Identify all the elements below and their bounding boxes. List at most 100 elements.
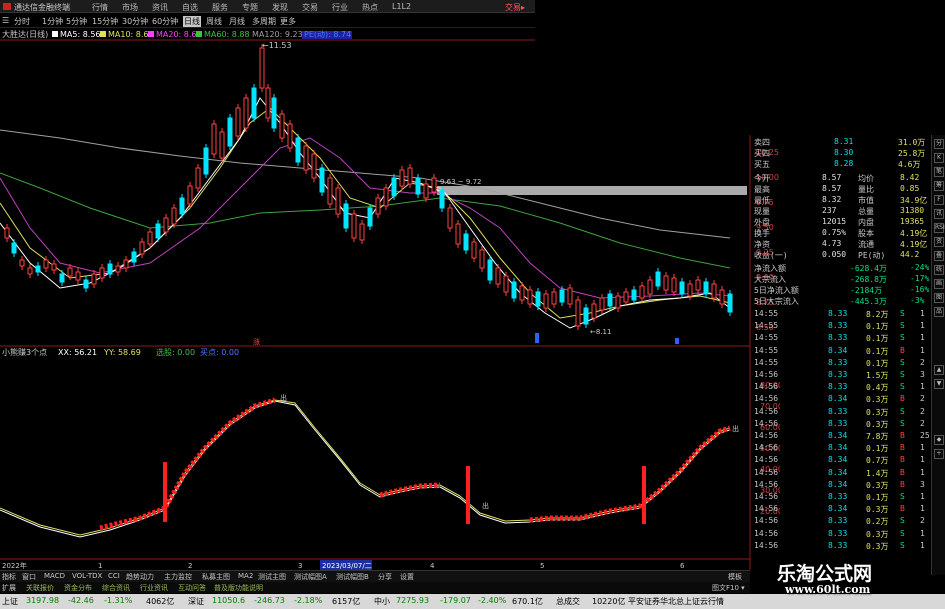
money-flow-row: 净流入额 -628.4万 -24% <box>750 263 931 274</box>
trade-menu[interactable]: 交易▸ <box>505 2 525 13</box>
tab-cci[interactable]: CCI <box>108 572 120 580</box>
period-1min[interactable]: 1分钟 <box>42 16 63 27</box>
stat-value: 237 <box>822 206 837 215</box>
tab-private-main[interactable]: 私募主图 <box>202 572 230 582</box>
tool-icon-die[interactable]: 叠 <box>934 251 944 261</box>
tab-template[interactable]: 模板 <box>728 572 742 582</box>
tool-icon-zi[interactable]: 资 <box>934 237 944 247</box>
tick-price: 8.34 <box>828 504 848 514</box>
candle-body <box>439 189 445 209</box>
candle-body <box>431 177 437 193</box>
tool-icon-pin[interactable]: 品 <box>934 307 944 317</box>
indicator-tab-bar: 指标 窗口 MACD VOL-TDX CCI 趋势动力 主力监控 私募主图 MA… <box>0 570 750 582</box>
ma20-label: MA20: 8.64 <box>156 30 202 39</box>
tool-icon-rsi[interactable]: RSI <box>934 223 945 233</box>
tick-volume: 0.4万 <box>866 383 889 393</box>
menu-item-l1l2[interactable]: L1L2 <box>392 2 411 11</box>
menu-item-jiaoyi[interactable]: 交易 <box>302 2 318 13</box>
tab-macd[interactable]: MACD <box>44 572 65 580</box>
period-fenshi[interactable]: 分时 <box>14 16 30 27</box>
tab-vol-tdx[interactable]: VOL-TDX <box>72 572 102 580</box>
menu-item-fuwu[interactable]: 服务 <box>212 2 228 13</box>
tab-zhibiao[interactable]: 指标 <box>2 572 16 582</box>
period-multi[interactable]: 多周期 <box>252 16 276 27</box>
period-more[interactable]: 更多 <box>280 16 296 27</box>
menu-item-hangqing[interactable]: 行情 <box>92 2 108 13</box>
period-30min[interactable]: 30分钟 <box>122 16 148 27</box>
period-60min[interactable]: 60分钟 <box>152 16 178 27</box>
stat-label: 净资 <box>754 240 770 249</box>
period-15min[interactable]: 15分钟 <box>92 16 118 27</box>
tab-share[interactable]: 分享 <box>378 572 392 582</box>
tab-trend[interactable]: 趋势动力 <box>126 572 154 582</box>
candle-body <box>4 227 10 239</box>
settings-icon[interactable]: ☰ <box>2 16 9 25</box>
tool-expand[interactable]: 扩展 <box>2 583 16 593</box>
tab-test-sub-a[interactable]: 测试幅图A <box>294 572 327 582</box>
stock-title: 大胜达(日线) <box>2 29 48 39</box>
tool-icon-f[interactable]: F <box>934 195 944 205</box>
tool-qa[interactable]: 互动问答 <box>178 583 206 593</box>
tool-icon-bi[interactable]: 笔 <box>934 167 944 177</box>
scroll-up-icon[interactable]: ▲ <box>934 365 944 375</box>
tool-help[interactable]: 普及版功能说明 <box>214 583 263 593</box>
tool-icon-tu[interactable]: 图 <box>934 293 944 303</box>
tab-main-monitor[interactable]: 主力监控 <box>164 572 192 582</box>
ma120-line <box>0 129 731 239</box>
indicator-xx-line <box>0 400 731 538</box>
menu-item-hangye[interactable]: 行业 <box>332 2 348 13</box>
tick-price: 8.33 <box>828 418 848 428</box>
sh-index-name[interactable]: 上证 <box>2 596 18 607</box>
tool-icon-fen[interactable]: 分 <box>934 139 944 149</box>
plus-icon[interactable]: + <box>934 449 944 459</box>
tab-ma2[interactable]: MA2 <box>238 572 253 580</box>
tool-icon-hua[interactable]: 画 <box>934 279 944 289</box>
ma5-label: MA5: 8.56 <box>60 30 101 39</box>
period-weekly[interactable]: 周线 <box>206 16 222 27</box>
menu-item-redian[interactable]: 热点 <box>362 2 378 13</box>
tab-settings[interactable]: 设置 <box>400 572 414 582</box>
menu-item-faxian[interactable]: 发现 <box>272 2 288 13</box>
stat-label: 市值 <box>858 196 874 205</box>
tool-fund-dist[interactable]: 资金分布 <box>64 583 92 593</box>
tool-f10[interactable]: 图文F10 ▾ <box>712 583 745 593</box>
server-info[interactable]: 平安证券华北总上证云行情 <box>628 596 724 607</box>
tool-news[interactable]: 综合资讯 <box>102 583 130 593</box>
scroll-down-icon[interactable]: ▼ <box>934 379 944 389</box>
tick-time: 14:55 <box>754 333 779 343</box>
tick-row: 14:56 8.34 0.3万 B 1 <box>750 504 931 515</box>
stat-label: 最高 <box>754 185 770 194</box>
tick-row: 14:55 8.33 0.1万 S 2 <box>750 358 931 369</box>
stat-value: 8.57 <box>822 173 842 182</box>
menu-item-zhuanti[interactable]: 专题 <box>242 2 258 13</box>
period-5min[interactable]: 5分钟 <box>66 16 87 27</box>
low-label: 8.11 <box>596 328 612 336</box>
event-bar <box>535 333 539 343</box>
menu-item-zixun[interactable]: 资讯 <box>152 2 168 13</box>
mid-index-name[interactable]: 中小 <box>374 596 390 607</box>
candle-body <box>19 259 25 267</box>
tool-industry-news[interactable]: 行业资讯 <box>140 583 168 593</box>
candle-body <box>35 265 41 273</box>
candle-body <box>91 273 97 285</box>
period-daily[interactable]: 日线 <box>183 16 201 27</box>
menu-item-zixuan[interactable]: 自选 <box>182 2 198 13</box>
chart-area[interactable]: 大胜达(日线) MA5: 8.56 MA10: 8.63 MA20: 8.64 … <box>0 28 780 570</box>
tick-time: 14:56 <box>754 418 779 428</box>
sz-index-name[interactable]: 深证 <box>188 596 204 607</box>
tool-related-quote[interactable]: 关联报价 <box>26 583 54 593</box>
tab-test-sub-b[interactable]: 测试幅图B <box>336 572 369 582</box>
diamond-icon[interactable]: ◆ <box>934 435 944 445</box>
candle-body <box>319 167 325 193</box>
tool-icon-tong[interactable]: 统 <box>934 265 944 275</box>
tick-row: 14:56 8.34 0.7万 B 1 <box>750 455 931 466</box>
tool-icon-k[interactable]: K <box>934 153 944 163</box>
menu-item-shichang[interactable]: 市场 <box>122 2 138 13</box>
tab-chuangkou[interactable]: 窗口 <box>22 572 36 582</box>
tick-side: B <box>900 345 905 355</box>
tool-icon-chou[interactable]: 筹 <box>934 181 944 191</box>
period-monthly[interactable]: 月线 <box>229 16 245 27</box>
tab-test-main[interactable]: 测试主图 <box>258 572 286 582</box>
selection-band <box>437 186 747 195</box>
tool-icon-xun[interactable]: 讯 <box>934 209 944 219</box>
